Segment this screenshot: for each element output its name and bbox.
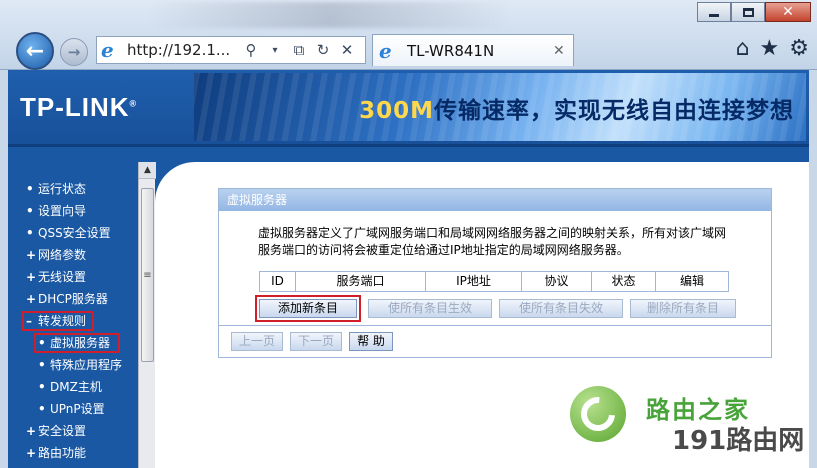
address-bar[interactable]: e http://192.1... ⚲ ▾ ⧉ ↻ ✕: [96, 36, 366, 64]
sidebar-item[interactable]: • DMZ主机: [26, 376, 138, 398]
bullet-icon: •: [38, 402, 46, 416]
sidebar-item-label: DHCP服务器: [38, 292, 108, 306]
ie-logo-icon: e: [379, 38, 392, 63]
home-icon[interactable]: ⌂: [736, 36, 750, 61]
delete-all-button[interactable]: 删除所有条目: [630, 299, 736, 318]
maximize-button[interactable]: [731, 2, 765, 22]
sidebar-item-label: 特殊应用程序: [50, 358, 123, 372]
bullet-icon: •: [38, 380, 46, 394]
sidebar-item[interactable]: • UPnP设置: [26, 398, 138, 420]
scroll-up-arrow-icon[interactable]: ▲: [139, 162, 156, 179]
minimize-icon: [709, 13, 719, 17]
window-controls: ✕: [697, 2, 811, 22]
col-protocol: 协议: [522, 272, 592, 291]
watermark-subtitle: 191路由网: [672, 426, 805, 456]
address-text[interactable]: http://192.1...: [127, 41, 239, 59]
sidebar-item-label: 无线设置: [38, 270, 87, 284]
watermark-logo-icon: [570, 386, 626, 442]
tab-close-icon[interactable]: ✕: [553, 43, 573, 59]
banner-art: 300M传输速率，实现无线自由连接梦想: [194, 73, 806, 141]
browser-toolbar-right: ⌂ ★ ⚙: [736, 36, 809, 61]
bullet-icon: +: [26, 424, 37, 438]
sidebar-item-label: UPnP设置: [50, 402, 105, 416]
virtual-server-panel: 虚拟服务器 虚拟服务器定义了广域网服务端口和局域网网络服务器之间的映射关系，所有…: [218, 188, 772, 358]
browser-chrome: ✕ ← → e http://192.1... ⚲ ▾ ⧉ ↻ ✕ e TL-W…: [0, 0, 817, 70]
dropdown-icon[interactable]: ▾: [263, 45, 287, 56]
close-window-button[interactable]: ✕: [765, 2, 811, 22]
highlight-box: [22, 311, 94, 331]
arrow-left-icon: ←: [25, 38, 45, 64]
favorites-star-icon[interactable]: ★: [760, 36, 780, 61]
sidebar-item-label: 设置向导: [38, 204, 87, 218]
bullet-icon: +: [26, 248, 37, 262]
sidebar-item[interactable]: • 运行状态: [26, 178, 138, 200]
sidebar-item[interactable]: • 虚拟服务器: [26, 332, 138, 354]
sidebar-item-label: QSS安全设置: [38, 226, 111, 240]
col-edit: 编辑: [679, 274, 704, 288]
sidebar-item[interactable]: + DHCP服务器: [26, 288, 138, 310]
sidebar-item[interactable]: + 网络参数: [26, 244, 138, 266]
banner-divider: [8, 144, 809, 147]
arrow-right-icon: →: [67, 43, 81, 61]
add-entry-highlight: 添加新条目: [255, 295, 361, 322]
scrollbar-thumb[interactable]: ≡: [141, 188, 154, 362]
bullet-icon: +: [26, 270, 37, 284]
ie-logo-icon: e: [101, 38, 114, 62]
sidebar-item[interactable]: + 路由功能: [26, 442, 138, 464]
maximize-icon: [742, 7, 754, 17]
bullet-icon: •: [26, 182, 34, 196]
table-actions: 添加新条目 使所有条目生效 使所有条目失效 删除所有条目: [255, 295, 743, 322]
forward-button[interactable]: →: [60, 38, 88, 66]
menu-list: • 运行状态 • 设置向导 • QSS安全设置 + 网络参数 + 无线设置 + DHCP服务器 – 转发规…: [22, 178, 138, 464]
compat-view-icon[interactable]: ⧉: [287, 41, 311, 59]
sidebar-item-label: DMZ主机: [50, 380, 102, 394]
background-window-blur: [150, 2, 510, 28]
panel-title: 虚拟服务器: [219, 189, 771, 211]
prev-page-button[interactable]: 上一页: [231, 332, 283, 351]
back-button[interactable]: ←: [16, 32, 54, 70]
banner: TP-LINK® 300M传输速率，实现无线自由连接梦想: [8, 70, 809, 144]
col-id: ID: [260, 272, 296, 291]
bullet-icon: •: [26, 204, 34, 218]
sidebar-item-label: 路由功能: [38, 446, 87, 460]
close-icon: ✕: [782, 4, 794, 20]
sidebar-item[interactable]: • 特殊应用程序: [26, 354, 138, 376]
panel-description: 虚拟服务器定义了广域网服务端口和局域网网络服务器之间的映射关系，所有对该广域网服…: [258, 226, 727, 257]
disable-all-button[interactable]: 使所有条目失效: [499, 299, 623, 318]
gear-icon[interactable]: ⚙: [789, 36, 809, 61]
minimize-button[interactable]: [697, 2, 731, 22]
bullet-icon: •: [26, 226, 34, 240]
sidebar-item[interactable]: • QSS安全设置: [26, 222, 138, 244]
bullet-icon: •: [38, 358, 46, 372]
stop-icon[interactable]: ✕: [335, 41, 359, 59]
tp-link-logo: TP-LINK®: [20, 92, 138, 122]
bullet-icon: +: [26, 446, 37, 460]
sidebar-item[interactable]: – 转发规则: [22, 310, 138, 332]
sidebar-item-label: 运行状态: [38, 182, 87, 196]
sidebar-item[interactable]: + 安全设置: [26, 420, 138, 442]
sidebar-menu: • 运行状态 • 设置向导 • QSS安全设置 + 网络参数 + 无线设置 + DHCP服务器 – 转发规…: [8, 162, 156, 468]
sidebar-item[interactable]: • 设置向导: [26, 200, 138, 222]
sidebar-item[interactable]: + 无线设置: [26, 266, 138, 288]
highlight-box: [34, 333, 120, 353]
virtual-server-table-header: ID 服务端口 IP地址 协议 状态 编辑: [259, 271, 729, 292]
pager-bar: 上一页 下一页 帮 助: [219, 325, 771, 357]
col-ip-address: IP地址: [426, 272, 522, 291]
search-icon[interactable]: ⚲: [239, 41, 263, 59]
help-button[interactable]: 帮 助: [349, 332, 393, 351]
sidebar-item-label: 安全设置: [38, 424, 87, 438]
col-service-port: 服务端口: [296, 272, 426, 291]
col-status: 状态: [592, 272, 656, 291]
bullet-icon: +: [26, 292, 37, 306]
browser-tab[interactable]: e TL-WR841N ✕: [372, 34, 574, 66]
banner-slogan: 300M传输速率，实现无线自由连接梦想: [359, 98, 794, 124]
refresh-icon[interactable]: ↻: [311, 41, 335, 59]
next-page-button[interactable]: 下一页: [290, 332, 342, 351]
sidebar-scrollbar[interactable]: ▲ ≡: [138, 162, 156, 468]
sidebar-item-label: 网络参数: [38, 248, 87, 262]
tab-title: TL-WR841N: [407, 41, 495, 60]
enable-all-button[interactable]: 使所有条目生效: [368, 299, 492, 318]
add-entry-button[interactable]: 添加新条目: [259, 299, 357, 318]
